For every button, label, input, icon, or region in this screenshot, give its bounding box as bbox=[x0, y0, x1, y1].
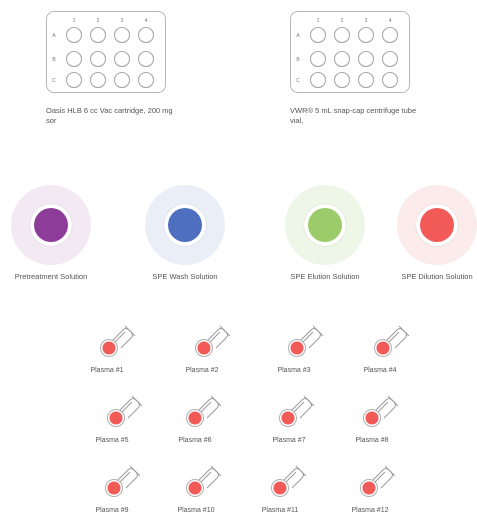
reagent-fill bbox=[34, 208, 68, 242]
sample-label: Plasma #8 bbox=[355, 437, 389, 444]
rack-column-label: 2 bbox=[97, 18, 100, 24]
rack-wells: 1 2 3 4 A B C bbox=[52, 18, 155, 89]
reagent-reservoir-icon bbox=[164, 204, 206, 246]
rack-well[interactable] bbox=[309, 26, 327, 44]
rack-1[interactable]: 1 2 3 4 A B C bbox=[46, 11, 166, 93]
sample-label: Plasma #10 bbox=[177, 507, 215, 514]
sample-tube-icon bbox=[186, 395, 222, 427]
rack-column-label: 4 bbox=[389, 18, 392, 24]
rack-column-label: 3 bbox=[365, 18, 368, 24]
rack-column-label: 1 bbox=[73, 18, 76, 24]
sample-label: Plasma #6 bbox=[178, 437, 212, 444]
rack-well[interactable] bbox=[381, 26, 399, 44]
rack-well[interactable] bbox=[137, 71, 155, 89]
rack-well[interactable] bbox=[357, 71, 375, 89]
rack-well[interactable] bbox=[89, 71, 107, 89]
rack-well[interactable] bbox=[89, 26, 107, 44]
reagent-reservoir-icon bbox=[304, 204, 346, 246]
well-plate-icon: 1 2 3 4 A B C bbox=[52, 18, 155, 89]
sample-tube[interactable] bbox=[355, 462, 399, 498]
sample-tube[interactable] bbox=[358, 392, 402, 428]
rack-wells: 1 2 3 4 A B C bbox=[296, 18, 399, 89]
rack-well[interactable] bbox=[65, 71, 83, 89]
rack-row-label: B bbox=[296, 57, 300, 63]
sample-tube-icon bbox=[374, 325, 410, 357]
sample-tube[interactable] bbox=[181, 462, 225, 498]
sample-label: Plasma #5 bbox=[95, 437, 129, 444]
rack-row-label: C bbox=[52, 78, 56, 84]
sample-tube[interactable] bbox=[274, 392, 318, 428]
sample-tube[interactable] bbox=[369, 322, 413, 358]
rack-well[interactable] bbox=[381, 50, 399, 68]
sample-label: Plasma #7 bbox=[272, 437, 306, 444]
sample-tube-icon bbox=[186, 465, 222, 497]
sample-tube[interactable] bbox=[190, 322, 234, 358]
sample-label: Plasma #2 bbox=[185, 367, 219, 374]
reagent-label: SPE Elution Solution bbox=[290, 272, 360, 281]
reagent-fill bbox=[420, 208, 454, 242]
sample-tube-icon bbox=[271, 465, 307, 497]
reagent-label: Pretreatment Solution bbox=[14, 272, 88, 281]
rack-well[interactable] bbox=[333, 71, 351, 89]
sample-tube-icon bbox=[100, 325, 136, 357]
rack-column-label: 3 bbox=[121, 18, 124, 24]
rack-row-label: C bbox=[296, 78, 300, 84]
rack-column-label: 2 bbox=[341, 18, 344, 24]
sample-tube[interactable] bbox=[181, 392, 225, 428]
sample-label: Plasma #3 bbox=[277, 367, 311, 374]
sample-label: Plasma #4 bbox=[363, 367, 397, 374]
sample-label: Plasma #1 bbox=[90, 367, 124, 374]
sample-tube-icon bbox=[195, 325, 231, 357]
sample-label: Plasma #9 bbox=[95, 507, 129, 514]
sample-tube[interactable] bbox=[102, 392, 146, 428]
rack-well[interactable] bbox=[381, 71, 399, 89]
rack-row-label: A bbox=[296, 33, 300, 39]
rack-well[interactable] bbox=[89, 50, 107, 68]
rack-well[interactable] bbox=[65, 26, 83, 44]
rack-well[interactable] bbox=[357, 26, 375, 44]
reagent-reservoir-icon bbox=[30, 204, 72, 246]
sample-label: Plasma #11 bbox=[261, 507, 299, 514]
reagent-reservoir-icon bbox=[416, 204, 458, 246]
well-plate-icon: 1 2 3 4 A B C bbox=[296, 18, 399, 89]
sample-tube[interactable] bbox=[266, 462, 310, 498]
rack-well[interactable] bbox=[137, 50, 155, 68]
rack-row-label: A bbox=[52, 33, 56, 39]
rack-2[interactable]: 1 2 3 4 A B C bbox=[290, 11, 410, 93]
rack-row-label: B bbox=[52, 57, 56, 63]
rack-caption: Oasis HLB 6 cc Vac cartridge, 200 mg sor bbox=[46, 106, 173, 125]
rack-well[interactable] bbox=[137, 26, 155, 44]
rack-well[interactable] bbox=[309, 50, 327, 68]
rack-well[interactable] bbox=[113, 50, 131, 68]
rack-well[interactable] bbox=[309, 71, 327, 89]
rack-well[interactable] bbox=[333, 50, 351, 68]
rack-well[interactable] bbox=[113, 26, 131, 44]
reagent-label: SPE Dilution Solution bbox=[401, 272, 473, 281]
sample-label: Plasma #12 bbox=[351, 507, 389, 514]
reagent-fill bbox=[308, 208, 342, 242]
rack-well[interactable] bbox=[357, 50, 375, 68]
rack-well[interactable] bbox=[113, 71, 131, 89]
sample-tube-icon bbox=[107, 395, 143, 427]
rack-well[interactable] bbox=[65, 50, 83, 68]
reagent-label: SPE Wash Solution bbox=[152, 272, 218, 281]
sample-tube-icon bbox=[105, 465, 141, 497]
sample-tube-icon bbox=[363, 395, 399, 427]
reagent-fill bbox=[168, 208, 202, 242]
rack-well[interactable] bbox=[333, 26, 351, 44]
sample-tube-icon bbox=[279, 395, 315, 427]
sample-tube[interactable] bbox=[283, 322, 327, 358]
sample-tube[interactable] bbox=[100, 462, 144, 498]
sample-tube[interactable] bbox=[95, 322, 139, 358]
rack-column-label: 4 bbox=[145, 18, 148, 24]
rack-caption: VWR® 5 mL snap-cap centrifuge tube vial, bbox=[290, 106, 417, 125]
sample-tube-icon bbox=[360, 465, 396, 497]
sample-tube-icon bbox=[288, 325, 324, 357]
rack-column-label: 1 bbox=[317, 18, 320, 24]
